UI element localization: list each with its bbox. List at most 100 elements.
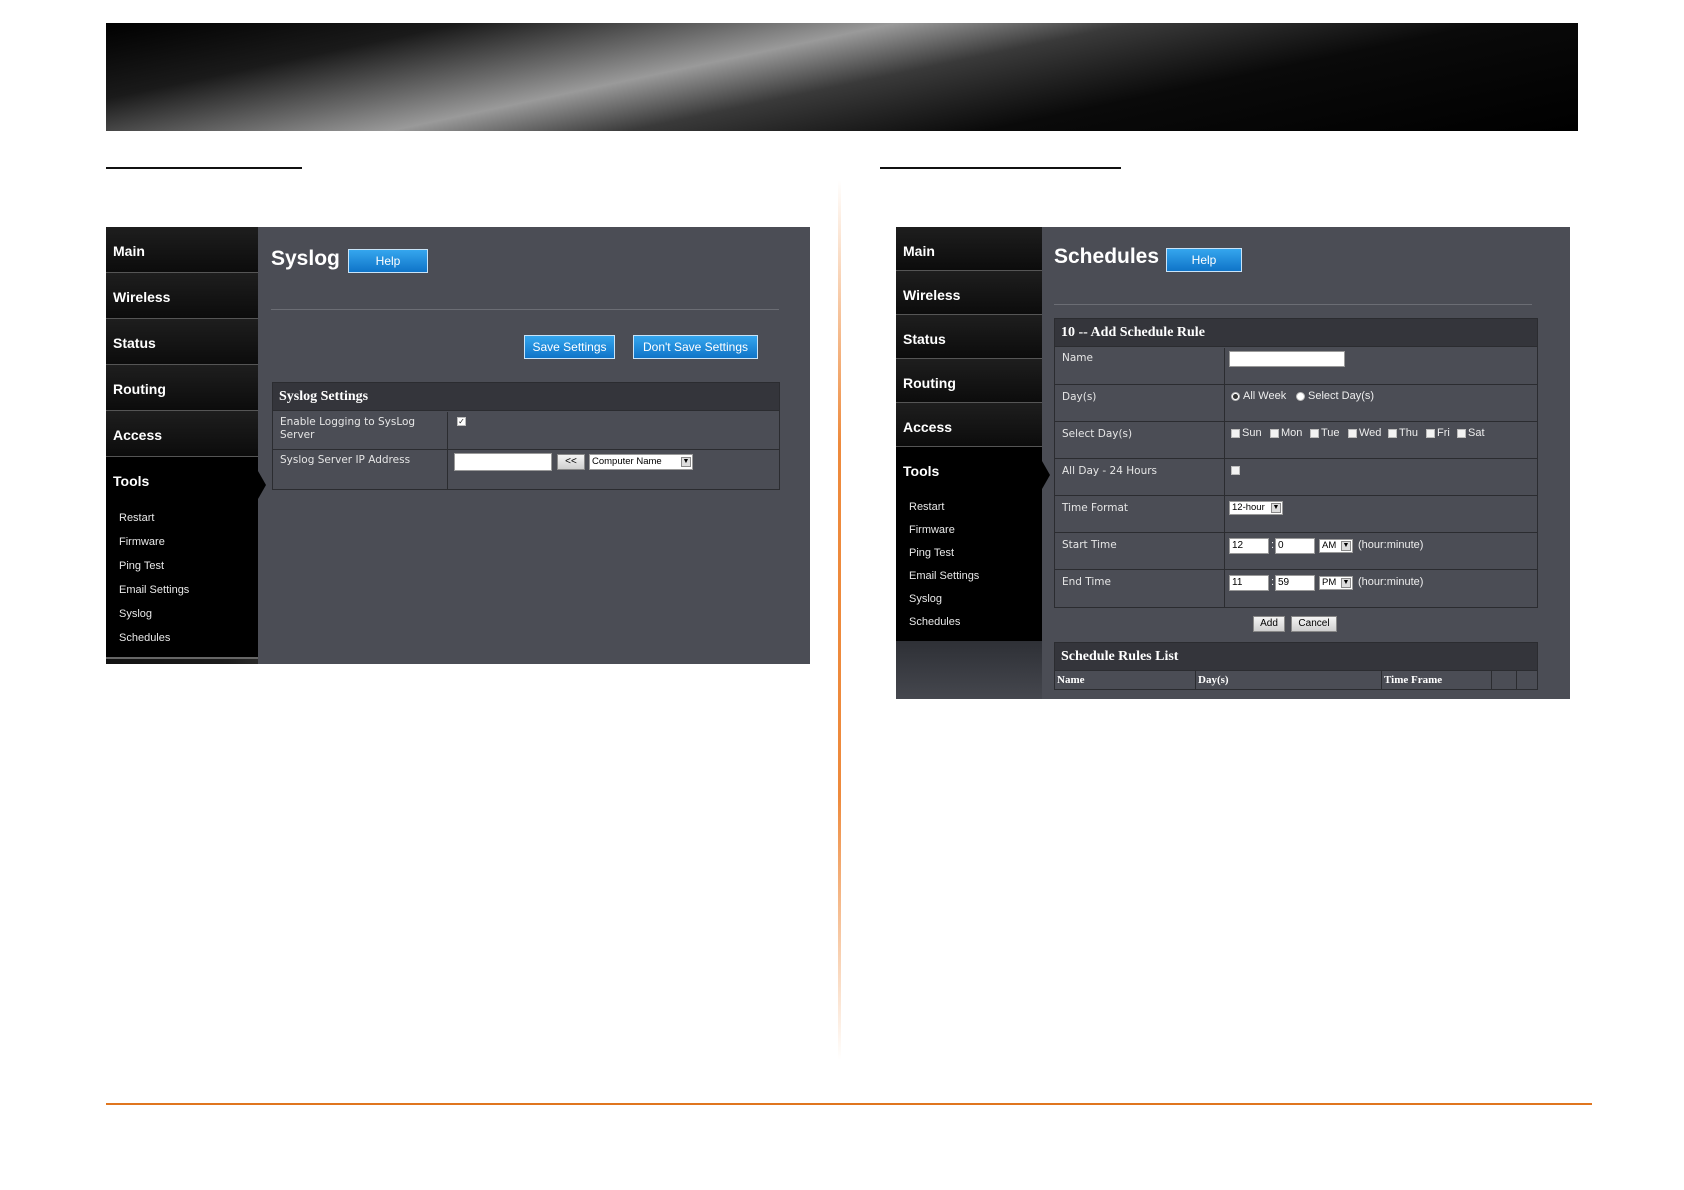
name-value (1225, 348, 1537, 384)
end-time-hint: (hour:minute) (1358, 576, 1424, 588)
col-edit (1492, 671, 1517, 690)
sub-ping-test[interactable]: Ping Test (909, 547, 954, 559)
all-day-label: All Day - 24 Hours (1055, 459, 1225, 495)
nav-wireless[interactable]: Wireless (106, 273, 258, 319)
sub-firmware[interactable]: Firmware (119, 536, 165, 548)
footer-rule (106, 1103, 1592, 1105)
days-value: All Week Select Day(s) (1225, 385, 1537, 421)
wed-label: Wed (1359, 427, 1382, 439)
start-time-value: 12 : 0 AM ▼ (hour:minute) (1225, 533, 1537, 569)
nav-status[interactable]: Status (106, 319, 258, 365)
start-ampm-select[interactable]: AM ▼ (1319, 539, 1353, 553)
time-format-selected: 12-hour (1232, 502, 1265, 513)
help-button[interactable]: Help (1166, 248, 1242, 272)
save-settings-button[interactable]: Save Settings (524, 335, 615, 359)
nav-access[interactable]: Access (106, 411, 258, 457)
dont-save-settings-button[interactable]: Don't Save Settings (633, 335, 758, 359)
name-row: Name (1055, 348, 1537, 385)
cancel-button[interactable]: Cancel (1291, 616, 1337, 632)
sub-schedules[interactable]: Schedules (909, 616, 960, 628)
start-time-label: Start Time (1055, 533, 1225, 569)
col-delete (1517, 671, 1539, 690)
time-format-row: Time Format 12-hour ▼ (1055, 496, 1537, 533)
sub-restart[interactable]: Restart (119, 512, 154, 524)
computer-name-select[interactable]: Computer Name ▼ (589, 454, 693, 470)
col-name: Name (1055, 671, 1196, 690)
sub-email-settings[interactable]: Email Settings (909, 570, 979, 582)
sidebar-divider (106, 657, 258, 659)
start-time-row: Start Time 12 : 0 AM ▼ (hour:minute) (1055, 533, 1537, 570)
sub-firmware[interactable]: Firmware (909, 524, 955, 536)
wed-checkbox[interactable] (1348, 429, 1357, 438)
page-title: Schedules (1054, 245, 1160, 268)
add-button[interactable]: Add (1253, 616, 1285, 632)
nav-tools[interactable]: Tools (896, 447, 1050, 641)
nav-main[interactable]: Main (106, 227, 258, 273)
sub-schedules[interactable]: Schedules (119, 632, 170, 644)
chevron-down-icon: ▼ (1341, 578, 1351, 588)
sub-ping-test[interactable]: Ping Test (119, 560, 164, 572)
end-minute-input[interactable]: 59 (1275, 575, 1315, 591)
name-input[interactable] (1229, 351, 1345, 367)
schedule-rules-list: Schedule Rules List Name Day(s) Time Fra… (1054, 642, 1538, 690)
column-separator (838, 180, 841, 1060)
chevron-down-icon: ▼ (1341, 541, 1351, 551)
col-time-frame: Time Frame (1382, 671, 1492, 690)
schedules-screenshot: Main Wireless Status Routing Access Tool… (896, 227, 1570, 699)
nav-status[interactable]: Status (896, 315, 1042, 359)
select-days-radio[interactable] (1296, 392, 1305, 401)
time-colon: : (1271, 576, 1275, 588)
server-ip-row: Syslog Server IP Address << Computer Nam… (273, 450, 779, 490)
sub-syslog[interactable]: Syslog (909, 593, 942, 605)
start-time-hint: (hour:minute) (1358, 539, 1424, 551)
title-rule (271, 309, 779, 310)
server-ip-value: << Computer Name ▼ (448, 450, 779, 490)
end-ampm-selected: PM (1322, 577, 1337, 588)
all-day-value (1225, 459, 1537, 495)
panel-title: 10 -- Add Schedule Rule (1055, 319, 1537, 347)
tue-label: Tue (1321, 427, 1340, 439)
end-time-value: 11 : 59 PM ▼ (hour:minute) (1225, 570, 1537, 608)
end-ampm-select[interactable]: PM ▼ (1319, 576, 1353, 590)
sub-email-settings[interactable]: Email Settings (119, 584, 189, 596)
sun-checkbox[interactable] (1231, 429, 1240, 438)
sat-checkbox[interactable] (1457, 429, 1466, 438)
nav-access[interactable]: Access (896, 403, 1042, 447)
all-day-checkbox[interactable] (1231, 466, 1240, 475)
nav-wireless[interactable]: Wireless (896, 271, 1042, 315)
sat-label: Sat (1468, 427, 1485, 439)
all-week-label: All Week (1243, 390, 1287, 402)
sub-restart[interactable]: Restart (909, 501, 944, 513)
mon-checkbox[interactable] (1270, 429, 1279, 438)
page-title: Syslog (271, 247, 340, 270)
server-ip-input[interactable] (454, 453, 552, 471)
syslog-screenshot: Main Wireless Status Routing Access Tool… (106, 227, 810, 664)
nav-routing[interactable]: Routing (896, 359, 1042, 403)
nav-tools[interactable]: Tools (106, 457, 266, 657)
tue-checkbox[interactable] (1310, 429, 1319, 438)
time-colon: : (1271, 539, 1275, 551)
section-rule-right (880, 167, 1121, 169)
help-button[interactable]: Help (348, 249, 428, 273)
nav-routing[interactable]: Routing (106, 365, 258, 411)
sidebar: Main Wireless Status Routing Access Tool… (106, 227, 266, 664)
chevron-down-icon: ▼ (681, 457, 691, 467)
copy-ip-button[interactable]: << (557, 454, 585, 470)
start-hour-input[interactable]: 12 (1229, 538, 1269, 554)
header-banner (106, 23, 1578, 131)
panel-title: Syslog Settings (273, 383, 779, 411)
all-day-row: All Day - 24 Hours (1055, 459, 1537, 496)
thu-checkbox[interactable] (1388, 429, 1397, 438)
all-week-radio[interactable] (1231, 392, 1240, 401)
sub-syslog[interactable]: Syslog (119, 608, 152, 620)
fri-checkbox[interactable] (1426, 429, 1435, 438)
start-ampm-selected: AM (1322, 540, 1337, 551)
start-minute-input[interactable]: 0 (1275, 538, 1315, 554)
end-time-row: End Time 11 : 59 PM ▼ (hour:minute) (1055, 570, 1537, 608)
enable-logging-checkbox[interactable]: ✓ (457, 417, 466, 426)
time-format-select[interactable]: 12-hour ▼ (1229, 501, 1283, 515)
nav-main[interactable]: Main (896, 227, 1042, 271)
section-rule-left (106, 167, 302, 169)
time-format-value: 12-hour ▼ (1225, 496, 1537, 532)
end-hour-input[interactable]: 11 (1229, 575, 1269, 591)
